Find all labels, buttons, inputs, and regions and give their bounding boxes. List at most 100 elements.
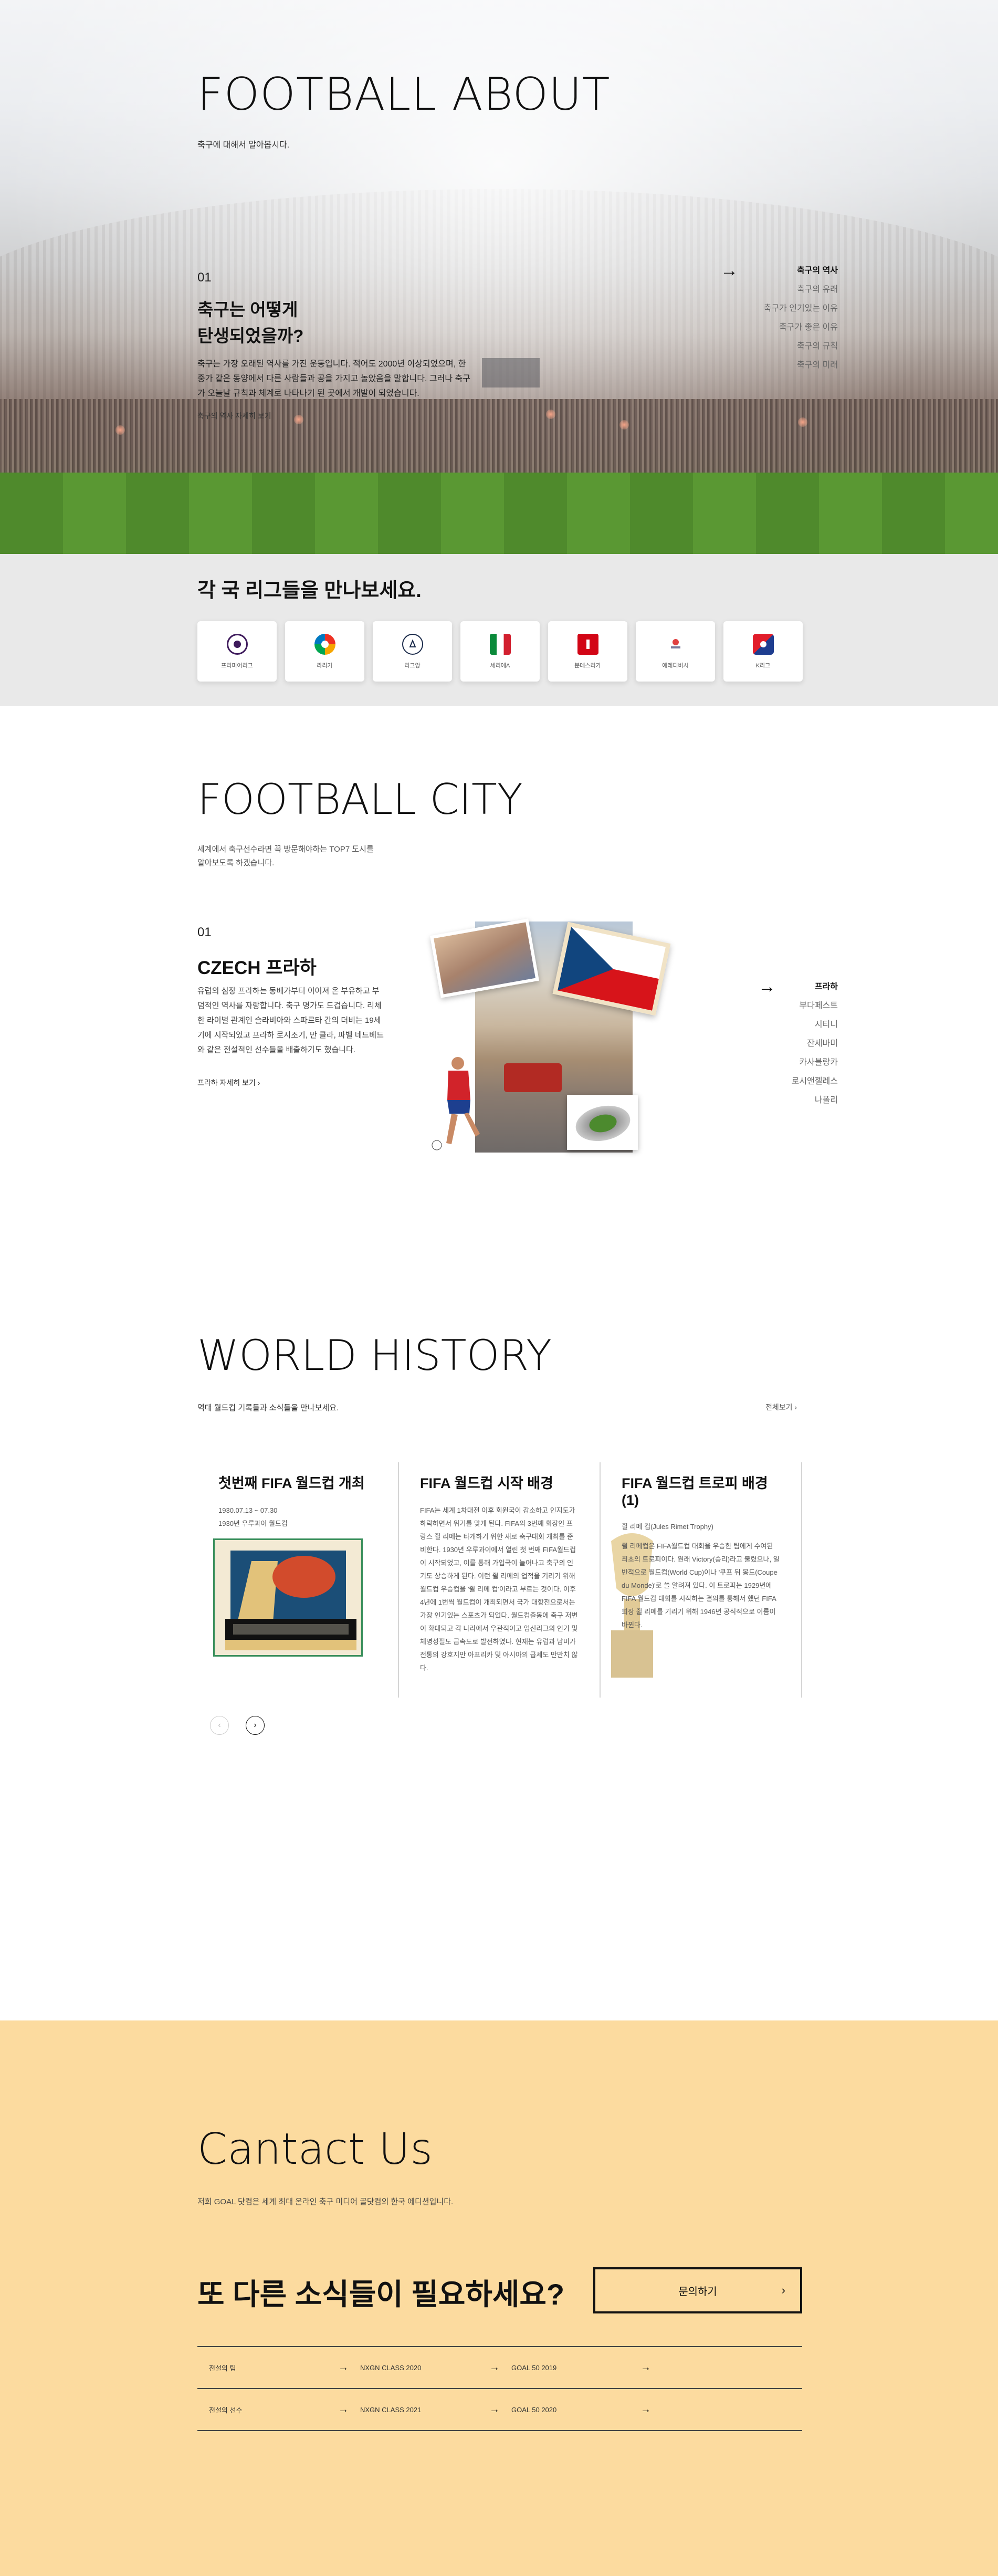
history-card-title: FIFA 월드컵 시작 배경 — [420, 1475, 553, 1491]
next-button[interactable]: › — [246, 1716, 265, 1735]
premier-league-logo-icon — [226, 633, 248, 655]
contact-link-label: 전설의 팀 — [209, 2364, 236, 2372]
history-card-text: 쥘 리메컵은 FIFA월드컵 대회을 우승한 팀에게 수여된 최초의 트로피이다… — [622, 1542, 780, 1629]
ligue1-logo-icon — [402, 633, 423, 655]
side-nav-item[interactable]: 축구의 유래 — [764, 280, 838, 299]
contact-link-label: GOAL 50 2020 — [511, 2405, 557, 2414]
arrow-right-icon: → — [338, 2361, 349, 2373]
history-card[interactable]: FIFA 월드컵 시작 배경 FIFA는 세계 1차대전 이후 회원국이 감소하… — [399, 1462, 601, 1698]
hero-question-line1: 축구는 어떻게 — [197, 300, 298, 319]
side-nav-item[interactable]: 카사블랑카 — [792, 1053, 838, 1072]
league-name: 라리가 — [317, 662, 333, 669]
contact-link-label: GOAL 50 2019 — [511, 2363, 557, 2372]
section-number: 01 — [197, 270, 212, 285]
history-card[interactable]: 첫번째 FIFA 월드컵 개최 1930.07.13 ~ 07.30 1930년… — [197, 1462, 399, 1698]
league-card-eredivisie[interactable]: 에레디비시 — [636, 621, 715, 682]
league-card-bundesliga[interactable]: 분데스리가 — [548, 621, 627, 682]
side-nav-item[interactable]: 나폴리 — [792, 1091, 838, 1110]
league-name: K리그 — [755, 662, 771, 669]
prague-collage-image — [430, 918, 672, 1155]
world-cup-1930-poster-image — [213, 1538, 363, 1657]
city-name: CZECH 프라하 — [197, 958, 317, 978]
league-card-premier-league[interactable]: 프리미어리그 — [197, 621, 277, 682]
arrow-right-icon[interactable]: → — [720, 261, 738, 279]
side-nav-item[interactable]: 시티니 — [792, 1015, 838, 1034]
side-nav-item[interactable]: 잔세바미 — [792, 1034, 838, 1053]
view-all-label: 전체보기 — [765, 1403, 793, 1411]
league-name: 프리미어리그 — [221, 662, 253, 669]
side-nav-item[interactable]: 축구의 역사 — [764, 261, 838, 280]
league-card-list: 프리미어리그 라리가 리그앙 세리에A 분데스리가 에레디비시 K리그 — [197, 621, 803, 682]
eredivisie-logo-icon — [665, 634, 686, 655]
hero-description: 축구는 가장 오래된 역사를 가진 운동입니다. 적어도 2000년 이상되었으… — [197, 360, 470, 398]
league-name: 분데스리가 — [574, 662, 601, 669]
history-card[interactable]: FIFA 월드컵 트로피 배경(1) 쥘 리메 컵(Jules Rimet Tr… — [601, 1462, 802, 1698]
view-all-link[interactable]: 전체보기 › — [765, 1402, 797, 1412]
hero-question-line2: 탄생되었을까? — [197, 326, 304, 345]
bundesliga-logo-icon — [577, 633, 598, 655]
arrow-right-icon: → — [640, 2403, 651, 2415]
prev-button[interactable]: ‹ — [210, 1716, 229, 1735]
scoreboard-image — [482, 358, 540, 388]
contact-row: 전설의 선수 → NXGN CLASS 2021 → GOAL 50 2020 → — [197, 2389, 802, 2431]
serie-a-logo-icon — [489, 633, 511, 655]
city-more-link[interactable]: 프라하 자세히 보기 › — [197, 1077, 260, 1088]
city-number: 01 — [197, 925, 212, 939]
contact-link[interactable]: GOAL 50 2019 → — [500, 2362, 651, 2374]
league-card-laliga[interactable]: 라리가 — [285, 621, 364, 682]
league-name: 리그앙 — [404, 662, 421, 669]
history-card-title: FIFA 월드컵 트로피 배경(1) — [622, 1475, 768, 1508]
side-nav-item[interactable]: 축구의 규칙 — [764, 337, 838, 356]
leagues-section: 각 국 리그들을 만나보세요. 프리미어리그 라리가 리그앙 세리에A 분데스리… — [0, 554, 998, 706]
chevron-right-icon: › — [794, 1403, 797, 1411]
city-description: 세계에서 축구선수라면 꼭 방문해야하는 TOP7 도시를 알아보도록 하겠습니… — [197, 845, 374, 867]
chevron-right-icon: › — [257, 1078, 260, 1087]
hero-section: FOOTBALL ABOUT 축구에 대해서 알아봅시다. 01 축구는 어떻게… — [0, 0, 998, 554]
side-nav-item[interactable]: 로시앤젤레스 — [792, 1072, 838, 1091]
history-card-list: 첫번째 FIFA 월드컵 개최 1930.07.13 ~ 07.30 1930년… — [197, 1462, 802, 1698]
inquiry-button-label: 문의하기 — [678, 2286, 717, 2298]
chevron-right-icon: › — [781, 2284, 785, 2297]
history-card-title: 첫번째 FIFA 월드컵 개최 — [218, 1475, 365, 1491]
arrow-right-icon: → — [489, 2361, 500, 2373]
side-nav-item[interactable]: 부다페스트 — [792, 997, 838, 1015]
inquiry-button[interactable]: 문의하기 › — [593, 2267, 802, 2313]
contact-link-label: NXGN CLASS 2021 — [360, 2405, 422, 2414]
contact-subtitle: 저희 GOAL 닷컴은 세계 최대 온라인 축구 미디어 골닷컴의 한국 에디션… — [197, 2197, 454, 2206]
side-nav-item[interactable]: 프라하 — [792, 978, 838, 997]
side-nav-item[interactable]: 축구가 좋은 이유 — [764, 318, 838, 337]
league-card-k-league[interactable]: K리그 — [723, 621, 803, 682]
arrow-right-icon[interactable]: → — [758, 978, 776, 996]
page-title: FOOTBALL ABOUT — [197, 68, 611, 121]
history-card-subtitle: 쥘 리메 컵(Jules Rimet Trophy) — [622, 1523, 713, 1531]
history-more-link[interactable]: 축구의 역사 자세히 보기 — [197, 411, 271, 421]
city-text: 유럽의 심장 프라하는 동베가부터 이어져 온 부유하고 부덤적인 역사를 자랑… — [197, 987, 384, 1054]
hero-subtitle: 축구에 대해서 알아봅시다. — [197, 141, 290, 150]
flare-icon — [798, 417, 807, 427]
side-nav-item[interactable]: 축구의 미래 — [764, 356, 838, 375]
history-card-text: FIFA는 세계 1차대전 이후 회원국이 감소하고 인지도가 하락하면서 위기… — [420, 1506, 578, 1672]
history-card-text: 1930년 우루과이 월드컵 — [218, 1520, 288, 1527]
league-card-ligue1[interactable]: 리그앙 — [373, 621, 452, 682]
flare-icon — [294, 415, 303, 424]
contact-row: 전설의 팀 → NXGN CLASS 2020 → GOAL 50 2019 → — [197, 2347, 802, 2389]
side-nav-item[interactable]: 축구가 인기있는 이유 — [764, 299, 838, 318]
history-section-title: WORLD HISTORY — [197, 1331, 552, 1380]
crowd-image — [0, 399, 998, 473]
leagues-heading: 각 국 리그들을 만나보세요. — [197, 580, 422, 602]
league-card-serie-a[interactable]: 세리에A — [460, 621, 540, 682]
contact-link[interactable]: 전설의 팀 → — [197, 2362, 349, 2374]
arrow-right-icon: → — [338, 2403, 349, 2415]
contact-link[interactable]: NXGN CLASS 2020 → — [349, 2362, 500, 2374]
league-name: 에레디비시 — [662, 662, 689, 669]
league-name: 세리에A — [490, 662, 510, 669]
contact-link[interactable]: NXGN CLASS 2021 → — [349, 2404, 500, 2416]
city-section-title: FOOTBALL CITY — [197, 775, 523, 824]
history-card-date: 1930.07.13 ~ 07.30 — [218, 1506, 278, 1514]
contact-link-label: NXGN CLASS 2020 — [360, 2363, 422, 2372]
city-side-nav: 프라하 부다페스트 시티니 잔세바미 카사블랑카 로시앤젤레스 나폴리 — [792, 978, 838, 1110]
contact-link[interactable]: GOAL 50 2020 → — [500, 2404, 651, 2416]
tram-image — [504, 1063, 562, 1092]
contact-section: Cantact Us 저희 GOAL 닷컴은 세계 최대 온라인 축구 미디어 … — [0, 2020, 998, 2576]
contact-link[interactable]: 전설의 선수 → — [197, 2404, 349, 2416]
